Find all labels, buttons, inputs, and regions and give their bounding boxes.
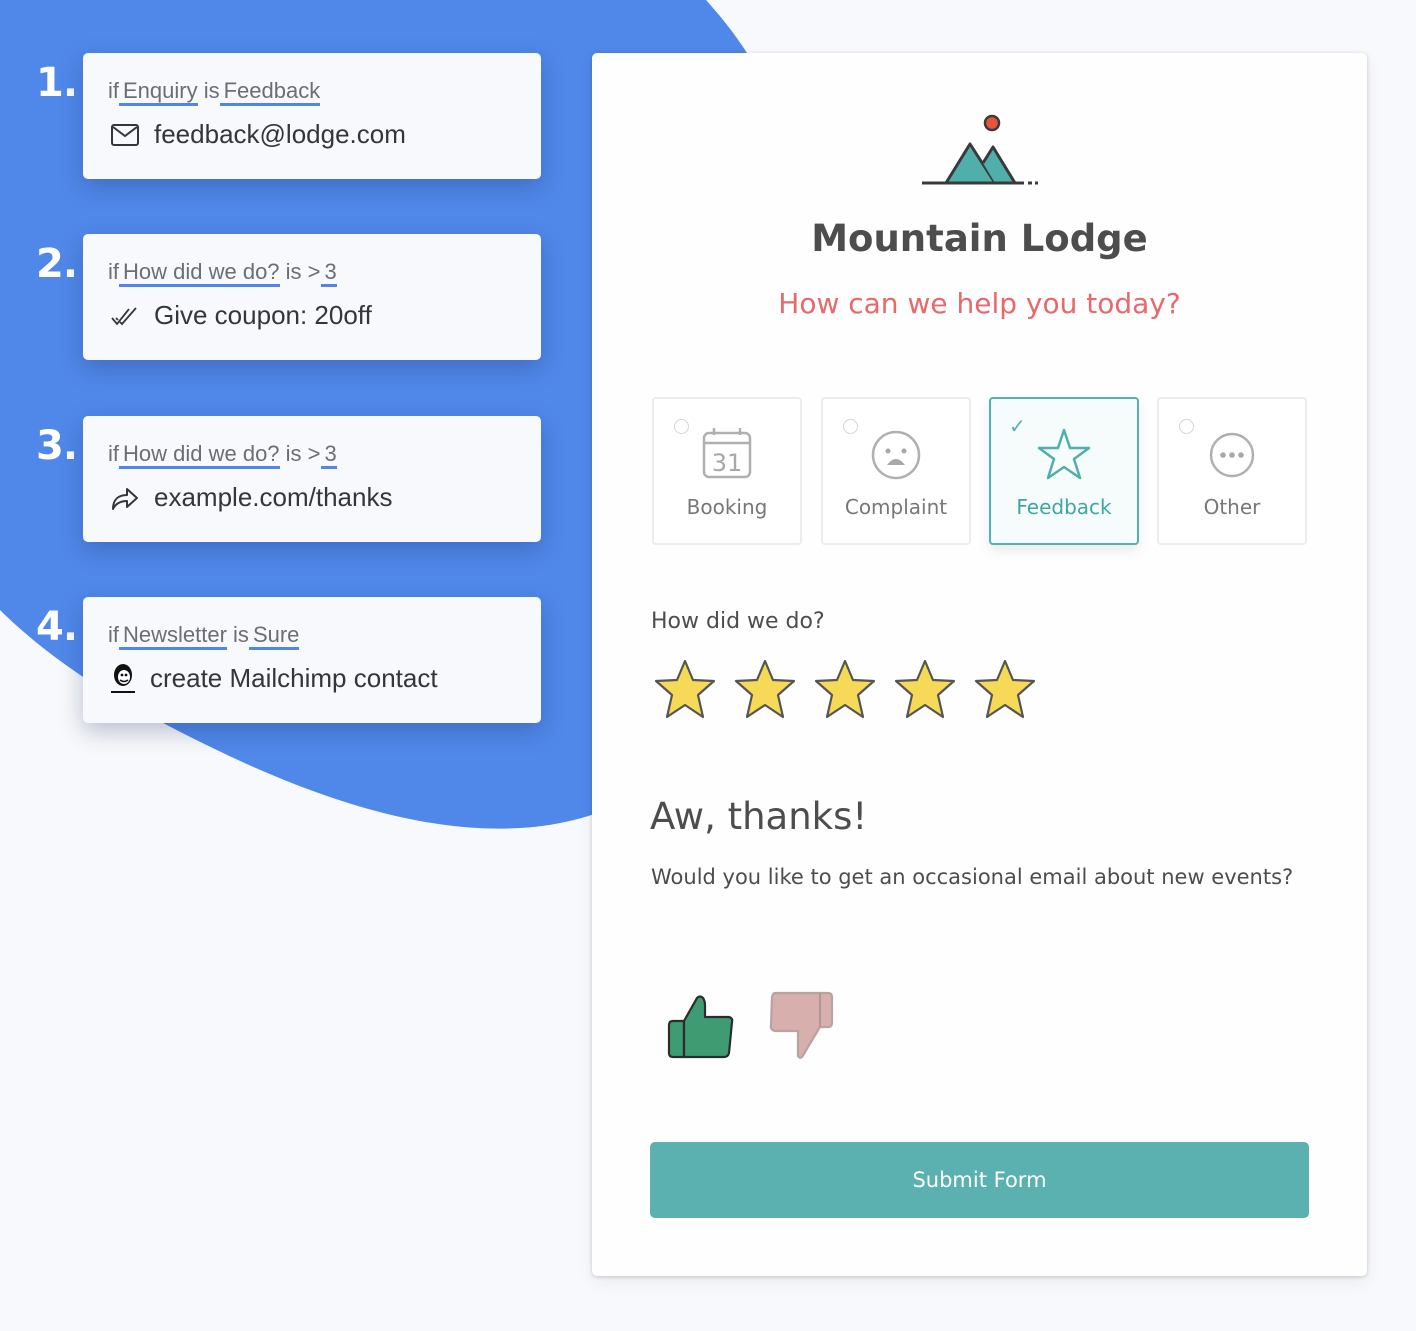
action-text: example.com/thanks (154, 482, 393, 512)
submit-form-button[interactable]: Submit Form (650, 1142, 1309, 1218)
rule-card-2[interactable]: if How did we do? is >3 Give coupon: 20of… (83, 234, 541, 360)
thumbs-up-icon[interactable] (664, 989, 736, 1061)
option-label: Complaint (844, 495, 948, 519)
condition-operator: is (203, 78, 220, 103)
rating-star-1[interactable] (652, 657, 718, 723)
action-text: Give coupon: 20off (154, 300, 372, 330)
newsletter-choice (664, 989, 838, 1061)
condition-field[interactable]: Enquiry (119, 78, 198, 106)
rating-star-5[interactable] (972, 657, 1038, 723)
double-check-icon (108, 301, 142, 331)
ellipsis-circle-icon (1204, 427, 1260, 483)
radio-indicator (843, 419, 858, 434)
rating-star-3[interactable] (812, 657, 878, 723)
mailchimp-logo-icon (108, 663, 138, 694)
mountain-logo-icon (922, 111, 1040, 192)
condition-field[interactable]: Newsletter (119, 622, 227, 650)
condition-value[interactable]: Feedback (219, 78, 321, 106)
star-outline-icon (1036, 427, 1092, 483)
rule-condition: if Enquiry is Feedback (108, 75, 541, 107)
form-preview: Mountain Lodge How can we help you today… (592, 53, 1367, 1276)
thumbs-down-icon[interactable] (766, 989, 838, 1061)
rule-action: Give coupon: 20off (108, 300, 541, 331)
star-rating (652, 657, 1038, 723)
form-title: Mountain Lodge (811, 217, 1148, 260)
condition-field[interactable]: How did we do? (119, 259, 280, 287)
condition-operator: is > (285, 441, 321, 466)
share-arrow-icon (108, 483, 142, 513)
if-keyword: if (108, 259, 119, 284)
form-subtitle: How can we help you today? (778, 287, 1181, 320)
action-text: create Mailchimp contact (150, 663, 438, 693)
check-icon: ✓ (1009, 416, 1026, 438)
condition-field[interactable]: How did we do? (119, 441, 280, 469)
condition-operator: is > (285, 259, 321, 284)
rule-condition: if How did we do? is >3 (108, 438, 541, 470)
option-feedback[interactable]: ✓ Feedback (989, 397, 1139, 545)
rule-card-4[interactable]: if Newsletter is Sure create Mailchimp con… (83, 597, 541, 723)
condition-value[interactable]: Sure (248, 622, 300, 650)
rule-condition: if How did we do? is >3 (108, 256, 541, 288)
rating-star-4[interactable] (892, 657, 958, 723)
sad-face-icon (868, 427, 924, 483)
option-label: Booking (686, 495, 768, 519)
option-other[interactable]: Other (1157, 397, 1307, 545)
rule-action: feedback@lodge.com (108, 119, 541, 150)
rule-card-3[interactable]: if How did we do? is >3 example.com/thank… (83, 416, 541, 542)
rule-number-2: 2. (36, 241, 78, 287)
condition-value[interactable]: 3 (320, 441, 337, 469)
rule-action: example.com/thanks (108, 482, 541, 513)
option-complaint[interactable]: Complaint (821, 397, 971, 545)
rule-action: create Mailchimp contact (108, 663, 541, 694)
envelope-icon (108, 120, 142, 150)
rule-condition: if Newsletter is Sure (108, 619, 541, 651)
rating-label: How did we do? (651, 609, 825, 634)
radio-indicator (674, 419, 689, 434)
action-text: feedback@lodge.com (154, 119, 406, 149)
condition-value[interactable]: 3 (320, 259, 337, 287)
rule-number-3: 3. (36, 423, 78, 469)
calendar-day: 31 (712, 449, 743, 477)
thanks-heading: Aw, thanks! (650, 795, 868, 838)
option-label: Other (1203, 495, 1261, 519)
rule-card-1[interactable]: if Enquiry is Feedback feedback@lodge.com (83, 53, 541, 179)
newsletter-question: Would you like to get an occasional emai… (651, 865, 1294, 889)
if-keyword: if (108, 441, 119, 466)
option-label: Feedback (1016, 495, 1112, 519)
if-keyword: if (108, 78, 119, 103)
rating-star-2[interactable] (732, 657, 798, 723)
rule-number-1: 1. (36, 60, 78, 106)
radio-indicator (1179, 419, 1194, 434)
rule-number-4: 4. (36, 604, 78, 650)
option-booking[interactable]: 31 Booking (652, 397, 802, 545)
if-keyword: if (108, 622, 119, 647)
calendar-icon: 31 (699, 427, 755, 483)
condition-operator: is (233, 622, 249, 647)
